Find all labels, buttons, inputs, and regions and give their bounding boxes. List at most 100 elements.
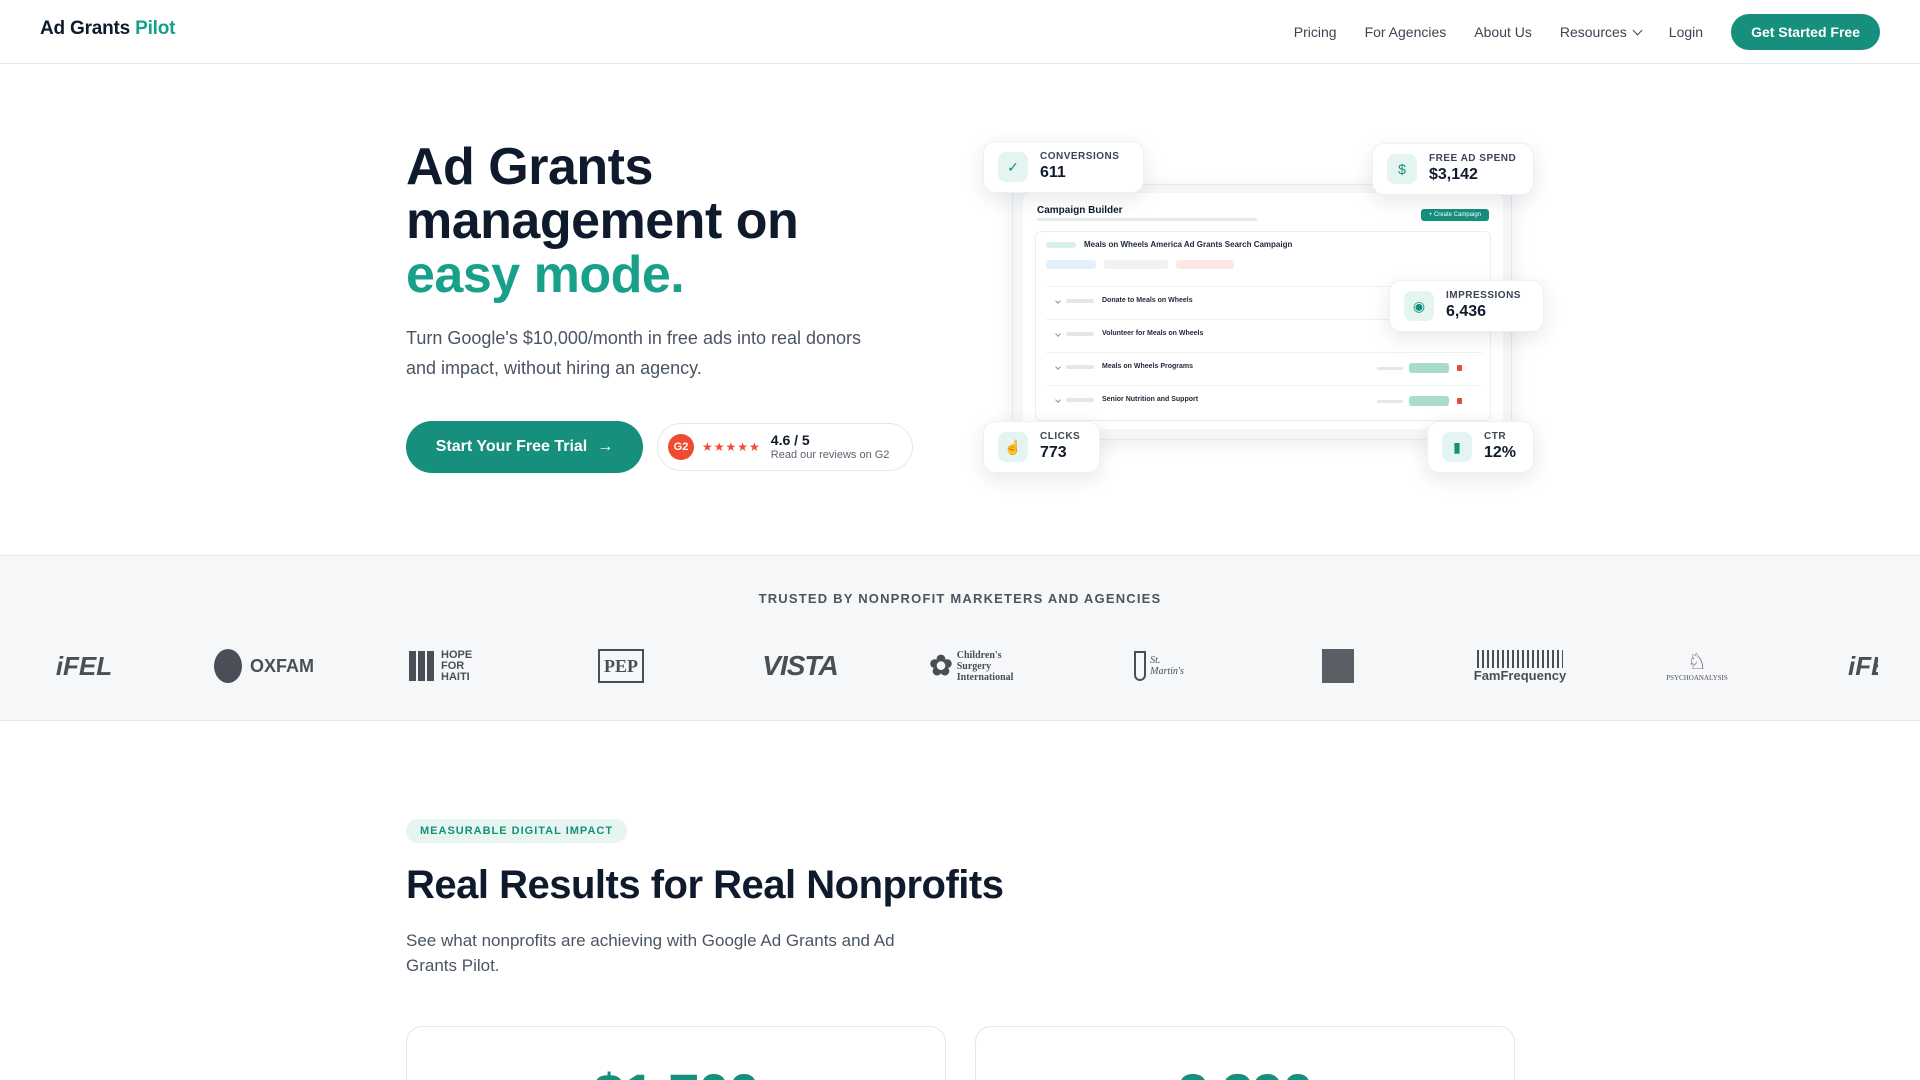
nav-link-resources-label: Resources [1559,24,1627,40]
chevron-down-icon [1632,25,1643,35]
stat-label: IMPRESSIONS [1446,290,1521,301]
logo-vista: VISTA [762,650,838,681]
keyword-count [1377,399,1403,403]
impact-badge: MEASURABLE DIGITAL IMPACT [406,819,628,843]
star-rating-icon: ★★★★★ [702,440,761,454]
hero-title-line1: Ad Grants [406,138,653,196]
nav-link-login[interactable]: Login [1669,24,1703,40]
start-free-trial-button[interactable]: Start Your Free Trial → [406,421,643,473]
hero-subtitle: Turn Google's $10,000/month in free ads … [406,328,862,378]
flower-icon: ✿ [929,651,953,682]
result-value: 2,390 [976,1061,1514,1080]
logo-pep: PEP [598,649,644,683]
ad-group-name: Senior Nutrition and Support [1102,396,1199,403]
stat-label: CTR [1484,431,1507,442]
stat-value: $3,142 [1429,166,1478,183]
ad-group-tag [1066,331,1094,336]
logo-psychoanalysis: ♘ PSYCHOANALYSIS [1662,644,1732,688]
result-value: $1,700 [407,1061,945,1080]
logo-hope-for-haiti: HOPE FOR HAITI [408,644,478,688]
stat-text: CTR 12% [1484,431,1516,463]
pointer-icon: ☝ [998,432,1028,462]
trusted-title: TRUSTED BY NONPROFIT MARKETERS AND AGENC… [758,591,1162,606]
stat-label: CLICKS [1040,431,1081,442]
result-card: 2,390 [975,1026,1515,1080]
ad-group-tag [1066,364,1094,369]
hero-title: Ad Grants management on easy mode. [406,138,799,302]
campaign-builder-title: Campaign Builder [1037,205,1123,216]
stat-card-ctr: ▮ CTR 12% [1427,421,1534,473]
ad-group-row: Meals on Wheels Programs [1046,352,1482,380]
campaign-tag [1046,241,1076,248]
logo-famfrequency: FamFrequency [1474,644,1566,688]
logo-ifel: iFEL [55,650,113,681]
hero-title-line2: management on [406,192,799,250]
logo-accent-text: Pilot [135,18,176,39]
chevron-down-icon [1055,396,1061,403]
nav-link-for-agencies[interactable]: For Agencies [1365,24,1447,40]
campaign-actions [1046,260,1242,269]
check-circle-icon: ✓ [998,152,1028,182]
ad-group-actions [1377,363,1462,373]
get-started-button[interactable]: Get Started Free [1731,14,1880,50]
push-chip [1104,260,1168,269]
stat-label: CONVERSIONS [1040,151,1120,162]
stat-value: 773 [1040,444,1067,461]
chevron-down-icon [1055,330,1061,337]
stat-card-conversions: ✓ CONVERSIONS 611 [983,141,1144,193]
ad-group-name: Meals on Wheels Programs [1102,363,1194,370]
bar-chart-icon: ▮ [1442,432,1472,462]
chevron-down-icon [1055,297,1061,304]
nav-link-resources[interactable]: Resources [1559,24,1643,40]
nav-links: Pricing For Agencies About Us Resources … [1266,14,1880,50]
soundwave-icon [1477,649,1563,668]
hope-for-haiti-icon [409,651,435,681]
logo-text: Ad Grants [40,18,136,39]
logo-childrens-surgery: ✿ Children's Surgery International [926,644,1036,688]
stat-value: 611 [1040,164,1066,181]
results-title: Real Results for Real Nonprofits [406,863,1004,907]
stat-label: FREE AD SPEND [1429,153,1517,164]
push-live-pill [1409,363,1449,373]
shield-icon [1134,651,1147,681]
g2-score: 4.6 / 5 [770,432,810,448]
trash-icon [1457,398,1462,404]
campaign-name: Meals on Wheels America Ad Grants Search… [1084,240,1293,249]
arrow-right-icon: → [597,438,614,455]
result-card: $1,700 [406,1026,946,1080]
start-free-trial-label: Start Your Free Trial [435,438,588,455]
stat-text: CONVERSIONS 611 [1040,151,1119,183]
results-subtitle: See what nonprofits are achieving with G… [406,931,895,975]
create-ad-group-chip [1046,260,1096,269]
g2-reviews-link[interactable]: G2 ★★★★★ 4.6 / 5 Read our reviews on G2 [657,423,913,471]
ad-group-row: Senior Nutrition and Support [1046,385,1482,413]
trash-icon [1457,365,1462,371]
stat-card-impressions: ◉ IMPRESSIONS 6,436 [1389,280,1544,332]
keyword-count [1377,366,1403,370]
create-campaign-button: + Create Campaign [1420,209,1489,221]
remove-campaign-chip [1176,260,1234,269]
ad-group-tag [1066,298,1094,303]
g2-caption: Read our reviews on G2 [770,449,890,461]
stat-text: CLICKS 773 [1040,431,1080,463]
ad-group-actions [1377,396,1462,406]
logo-st-martins: St. Martin's [1134,644,1188,688]
logo-square [1322,649,1354,683]
nav-link-about-us[interactable]: About Us [1474,24,1532,40]
dollar-circle-icon: $ [1387,154,1417,184]
oxfam-icon [214,649,242,683]
push-live-pill [1409,396,1449,406]
logo-hope-for-haiti-text: HOPE FOR HAITI [441,648,473,683]
stat-value: 6,436 [1446,303,1487,320]
campaign-header: Meals on Wheels America Ad Grants Search… [1046,240,1292,249]
chevron-down-icon [1055,363,1061,370]
ad-group-name: Donate to Meals on Wheels [1102,297,1193,304]
ad-group-name: Volunteer for Meals on Wheels [1102,330,1204,337]
stat-text: IMPRESSIONS 6,436 [1446,290,1521,322]
stat-value: 12% [1484,444,1517,461]
nav-link-pricing[interactable]: Pricing [1294,24,1337,40]
ad-group-tag [1066,397,1094,402]
stat-card-clicks: ☝ CLICKS 773 [983,421,1100,473]
stat-text: FREE AD SPEND $3,142 [1429,153,1516,185]
brand-logo[interactable]: Ad Grants Pilot [40,18,175,40]
